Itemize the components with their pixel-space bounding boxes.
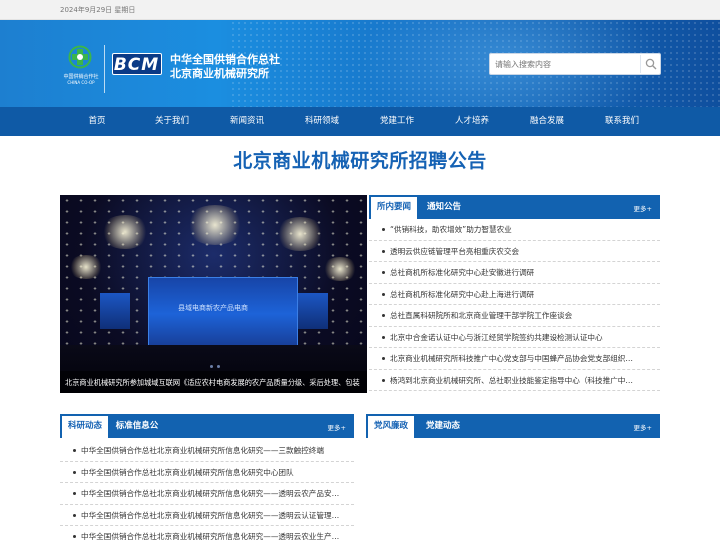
research-item-title: 中华全国供销合作总社北京商业机械研究所信息化研究——透明云农业生产… bbox=[81, 532, 340, 540]
nav-research[interactable]: 科研领域 bbox=[292, 107, 352, 136]
tab-integrity[interactable]: 党风廉政 bbox=[368, 414, 414, 438]
top-bar: 2024年9月29日 星期日 bbox=[0, 0, 720, 20]
news-item-title: 透明云供应链管理平台亮相重庆农交会 bbox=[390, 246, 520, 256]
nav-party-building[interactable]: 党建工作 bbox=[367, 107, 427, 136]
research-item-title: 中华全国供销合作总社北京商业机械研究所信息化研究——透明云认证管理… bbox=[81, 510, 340, 520]
bullet bbox=[73, 492, 76, 495]
bullet bbox=[382, 335, 385, 339]
bullet bbox=[382, 378, 385, 382]
nav-about[interactable]: 关于我们 bbox=[142, 107, 202, 136]
research-item[interactable]: 中华全国供销合作总社北京商业机械研究所信息化研究——透明云农业生产… bbox=[60, 526, 354, 540]
side-screen-left bbox=[100, 293, 130, 329]
research-item-title: 中华全国供销合作总社北京商业机械研究所信息化研究——三款触控终端 bbox=[81, 446, 324, 455]
bullet bbox=[73, 449, 76, 452]
bullet bbox=[382, 271, 385, 274]
news-item[interactable]: “供销科技，助农增效”助力智慧农业 bbox=[369, 219, 660, 241]
slider-caption[interactable]: 北京商业机械研究所参加城域互联网《适应农村电商发展的农产品质量分级、采后处理、包… bbox=[65, 378, 365, 388]
nav-talent[interactable]: 人才培养 bbox=[442, 107, 502, 136]
research-more-link[interactable]: 更多+ bbox=[328, 422, 346, 432]
bullet bbox=[382, 249, 385, 253]
research-tabs: 科研动态 标准信息公 更多+ bbox=[60, 414, 354, 438]
coop-logo-en: CHINA CO-OP bbox=[67, 80, 95, 85]
news-item-title: 杨鸿到北京商业机械研究所、总社职业技能鉴定指导中心（科技推广中… bbox=[390, 375, 633, 385]
tab-institute-news[interactable]: 所内要闻 bbox=[371, 195, 417, 219]
news-item[interactable]: 北京中合金诺认证中心与浙江经贸学院签约共建设检测认证中心 bbox=[369, 327, 660, 348]
tab-research-news[interactable]: 科研动态 bbox=[62, 414, 108, 438]
tab-party-news[interactable]: 党建动态 bbox=[416, 414, 470, 438]
bullet bbox=[382, 314, 385, 317]
news-panel: 所内要闻 通知公告 更多+ “供销科技，助农增效”助力智慧农业 透明云供应链管理… bbox=[369, 195, 660, 393]
search-box bbox=[489, 53, 661, 75]
nav-contact[interactable]: 联系我们 bbox=[592, 107, 652, 136]
search-input[interactable] bbox=[490, 54, 638, 74]
news-item-title: 北京中合金诺认证中心与浙江经贸学院签约共建设检测认证中心 bbox=[390, 332, 603, 342]
research-panel: 科研动态 标准信息公 更多+ 中华全国供销合作总社北京商业机械研究所信息化研究—… bbox=[60, 414, 354, 540]
research-item[interactable]: 中华全国供销合作总社北京商业机械研究所信息化研究——三款触控终端 bbox=[60, 440, 354, 462]
research-item-title: 中华全国供销合作总社北京商业机械研究所信息化研究——透明云农产品安… bbox=[81, 489, 340, 498]
bullet bbox=[73, 513, 76, 517]
search-button[interactable] bbox=[640, 55, 660, 73]
bullet bbox=[73, 535, 76, 538]
chandelier bbox=[185, 205, 245, 245]
chandelier bbox=[322, 257, 358, 281]
news-tabs: 所内要闻 通知公告 更多+ bbox=[369, 195, 660, 219]
stage-screen-text: 县域电商新农产品电商 bbox=[178, 304, 248, 312]
research-item[interactable]: 中华全国供销合作总社北京商业机械研究所信息化研究——透明云认证管理… bbox=[60, 505, 354, 526]
slider-dot[interactable] bbox=[210, 365, 213, 368]
main-nav: 首页 关于我们 新闻资讯 科研领域 党建工作 人才培养 融合发展 联系我们 bbox=[0, 107, 720, 136]
party-tabs: 党风廉政 党建动态 更多+ bbox=[366, 414, 660, 438]
research-item-title: 中华全国供销合作总社北京商业机械研究所信息化研究中心团队 bbox=[81, 467, 294, 477]
slider-dot[interactable] bbox=[217, 365, 220, 368]
stage-screen bbox=[148, 277, 298, 351]
bullet bbox=[382, 228, 385, 231]
news-item-title: 北京商业机械研究所科技推广中心党支部与中国蜂产品协会党支部组织… bbox=[390, 354, 633, 363]
org-name-line2: 北京商业机械研究所 bbox=[170, 67, 269, 80]
search-icon bbox=[645, 58, 657, 70]
tab-standards-info[interactable]: 标准信息公 bbox=[110, 414, 164, 438]
site-header: 中国供销合作社 CHINA CO-OP BCM 中华全国供销合作总社 北京商业机… bbox=[0, 20, 720, 107]
bcm-logo[interactable]: BCM bbox=[112, 53, 162, 75]
current-date: 2024年9月29日 星期日 bbox=[60, 6, 136, 14]
side-screen-right bbox=[298, 293, 328, 329]
coop-logo[interactable]: 中国供销合作社 CHINA CO-OP bbox=[60, 45, 100, 100]
nav-home[interactable]: 首页 bbox=[67, 107, 127, 136]
research-item[interactable]: 中华全国供销合作总社北京商业机械研究所信息化研究——透明云农产品安… bbox=[60, 483, 354, 505]
news-item[interactable]: 透明云供应链管理平台亮相重庆农交会 bbox=[369, 241, 660, 262]
news-more-link[interactable]: 更多+ bbox=[634, 203, 652, 213]
news-item[interactable]: 北京商业机械研究所科技推广中心党支部与中国蜂产品协会党支部组织… bbox=[369, 348, 660, 370]
news-item[interactable]: 总社直属科研院所和北京商业管理干部学院工作座谈会 bbox=[369, 305, 660, 327]
news-item[interactable]: 总社商机所标准化研究中心赴上海进行调研 bbox=[369, 284, 660, 305]
bullet bbox=[73, 470, 76, 474]
research-item[interactable]: 中华全国供销合作总社北京商业机械研究所信息化研究中心团队 bbox=[60, 462, 354, 483]
page-title[interactable]: 北京商业机械研究所招聘公告 bbox=[0, 146, 720, 173]
tab-notices[interactable]: 通知公告 bbox=[419, 195, 469, 219]
chandelier bbox=[68, 255, 104, 279]
logo-divider bbox=[104, 45, 105, 93]
party-panel: 党风廉政 党建动态 更多+ bbox=[366, 414, 660, 540]
nav-news[interactable]: 新闻资讯 bbox=[217, 107, 277, 136]
chandelier bbox=[275, 217, 325, 251]
news-item-title: “供销科技，助农增效”助力智慧农业 bbox=[390, 225, 512, 234]
news-item-title: 总社直属科研院所和北京商业管理干部学院工作座谈会 bbox=[390, 311, 573, 320]
coop-logo-name: 中国供销合作社 bbox=[63, 74, 99, 80]
news-item-title: 总社商机所标准化研究中心赴上海进行调研 bbox=[390, 289, 535, 299]
chandelier bbox=[100, 215, 150, 249]
news-item[interactable]: 总社商机所标准化研究中心赴安徽进行调研 bbox=[369, 262, 660, 284]
news-item-title: 总社商机所标准化研究中心赴安徽进行调研 bbox=[390, 268, 535, 277]
bullet bbox=[382, 357, 385, 360]
bullet bbox=[382, 292, 385, 296]
coop-emblem-icon bbox=[68, 45, 92, 69]
party-more-link[interactable]: 更多+ bbox=[634, 422, 652, 432]
news-slider[interactable]: 县域电商新农产品电商 北京商业机械研究所参加城域互联网《适应农村电商发展的农产品… bbox=[60, 195, 367, 393]
news-item[interactable]: 杨鸿到北京商业机械研究所、总社职业技能鉴定指导中心（科技推广中… bbox=[369, 370, 660, 391]
bcm-logo-text: BCM bbox=[113, 55, 160, 75]
nav-integration[interactable]: 融合发展 bbox=[517, 107, 577, 136]
